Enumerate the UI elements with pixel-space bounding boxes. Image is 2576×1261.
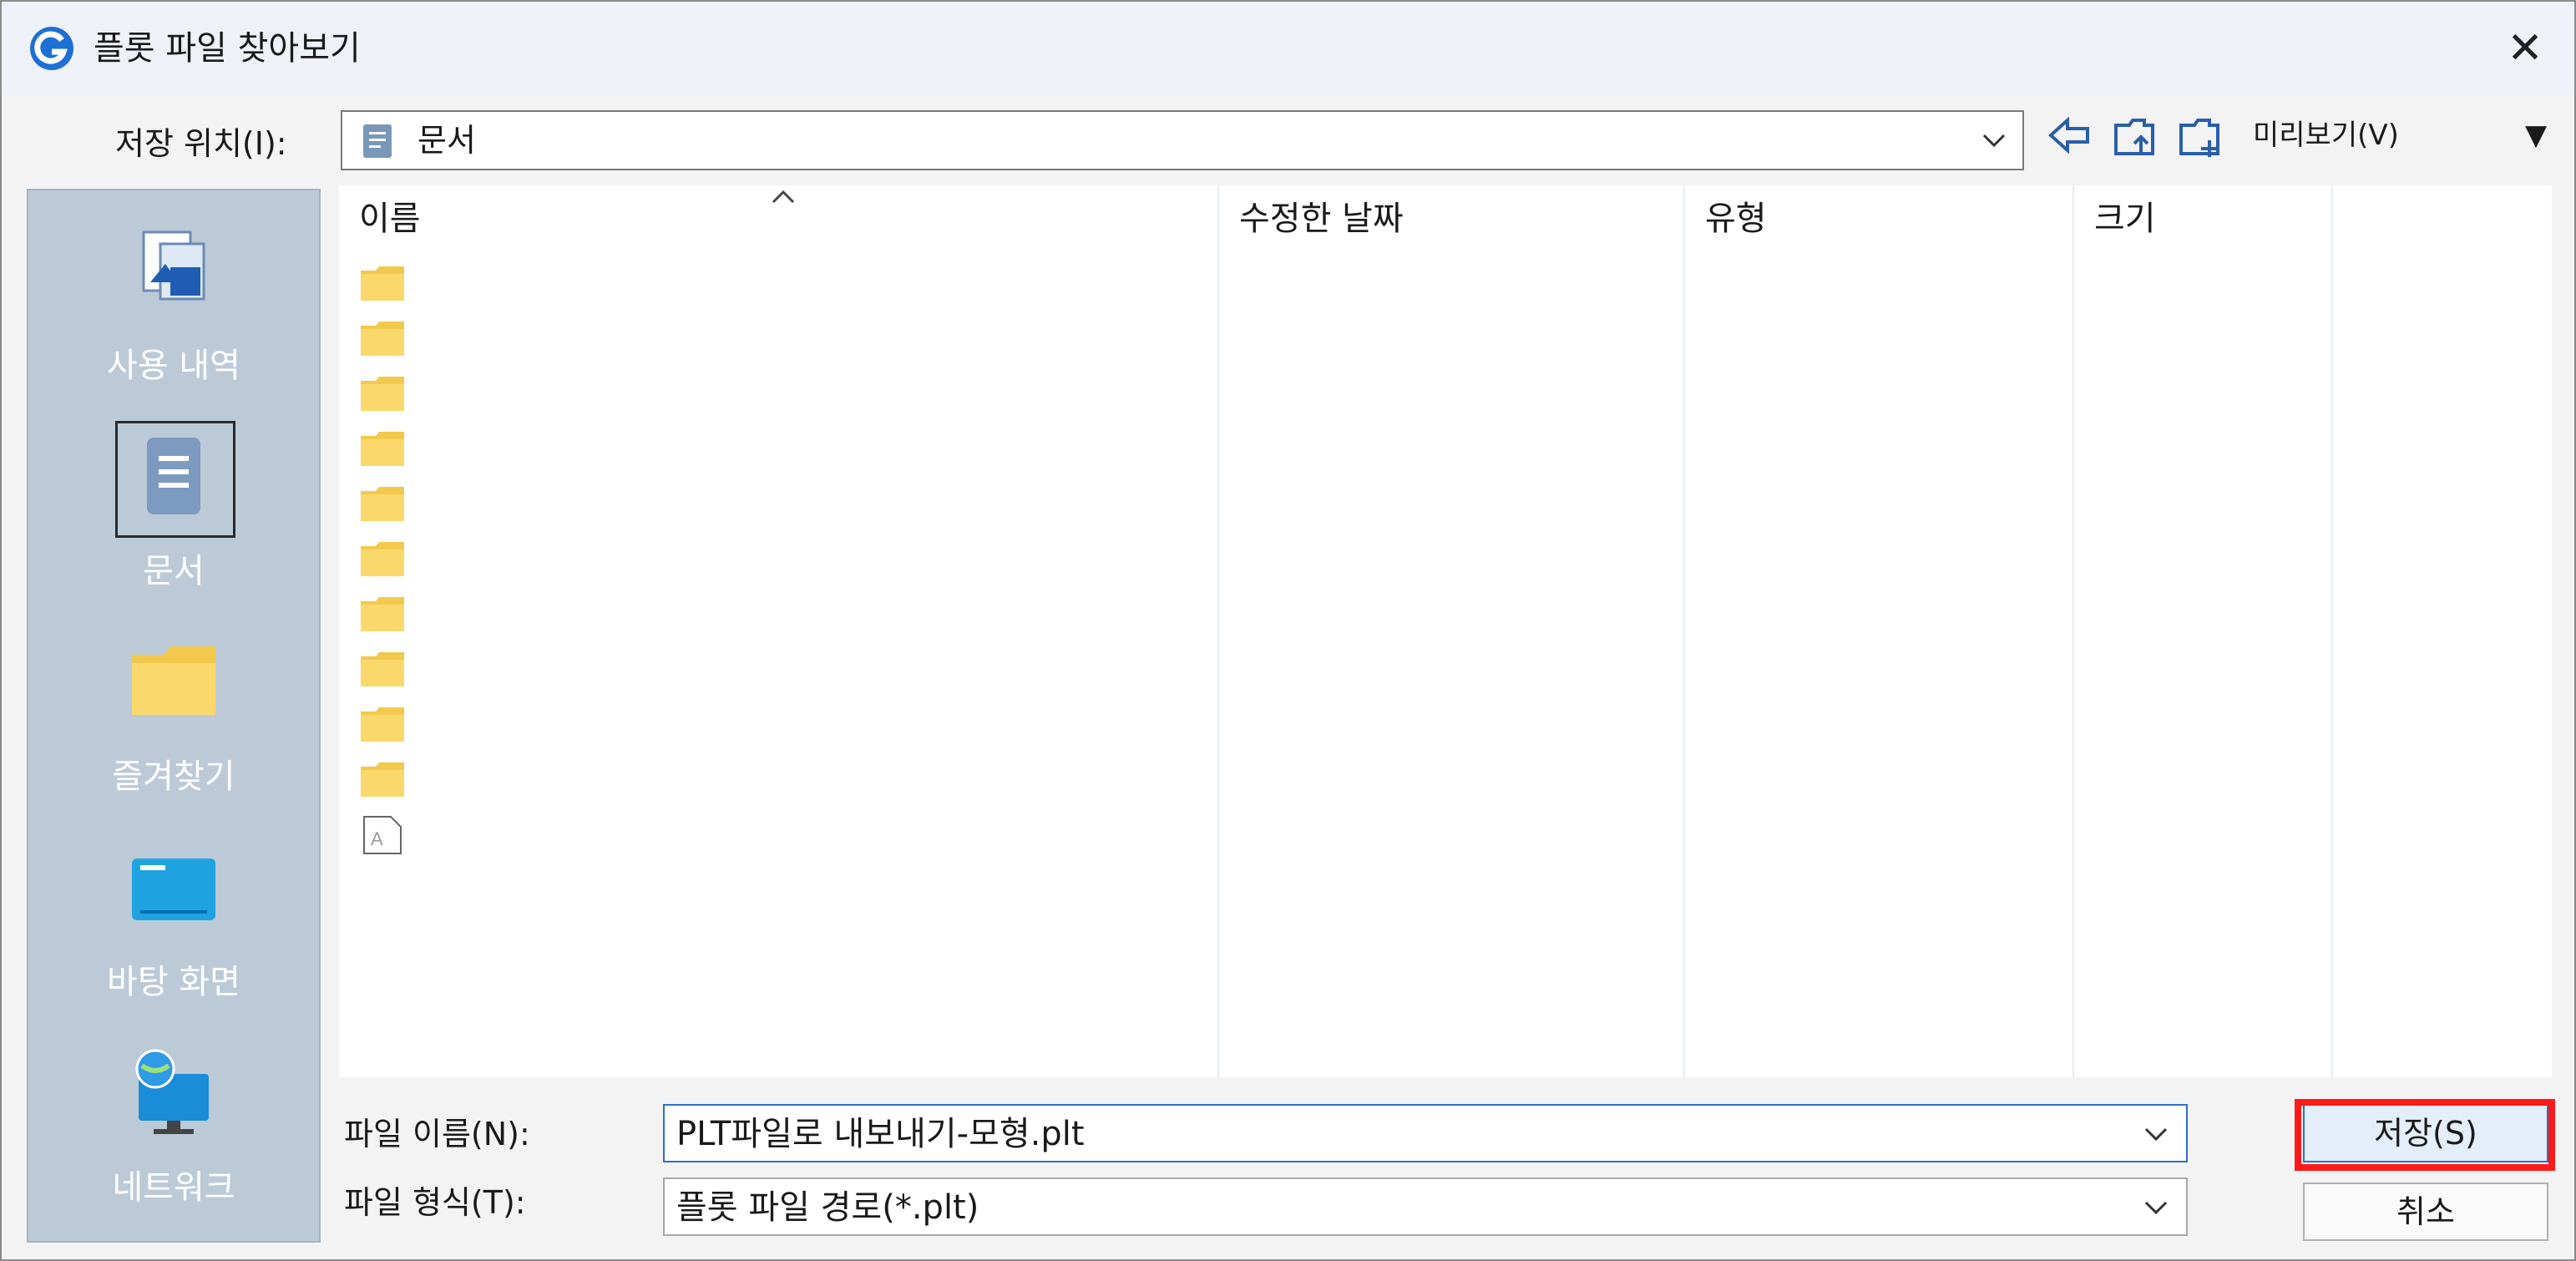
recent-icon — [142, 230, 205, 301]
documents-icon — [147, 438, 200, 514]
folder-row[interactable] — [359, 484, 409, 531]
folder-row[interactable] — [359, 429, 409, 476]
filename-label: 파일 이름(N): — [344, 1116, 530, 1152]
places-bar: 사용 내역 문서 즐겨찾기 바탕 화면 네트워크 — [27, 189, 321, 1243]
folder-row[interactable] — [359, 595, 409, 641]
column-header-type[interactable]: 유형 — [1685, 185, 2072, 252]
preview-dropdown-arrow[interactable]: ▼ — [2525, 117, 2547, 154]
title-bar[interactable]: 플롯 파일 찾아보기 ✕ — [2, 2, 2574, 95]
folder-icon — [361, 487, 404, 521]
place-recent[interactable]: 사용 내역 — [28, 215, 319, 416]
column-header-modified[interactable]: 수정한 날짜 — [1219, 185, 1683, 252]
filetype-value: 플롯 파일 경로(*.plt) — [676, 1188, 979, 1227]
desktop-icon — [132, 858, 215, 920]
drawing-file-icon: A — [363, 816, 402, 854]
plot-file-browse-dialog: 플롯 파일 찾아보기 ✕ 저장 위치(I): 문서 미리보기(V) ▼ 사용 내… — [0, 0, 2576, 1261]
folder-row[interactable] — [359, 319, 409, 366]
file-list-view[interactable]: 이름 수정한 날짜 유형 크기 A — [339, 185, 2552, 1077]
chevron-down-icon[interactable] — [2139, 1117, 2173, 1151]
favorites-folder-icon — [132, 646, 215, 715]
place-network[interactable]: 네트워크 — [28, 1037, 319, 1238]
new-folder-icon[interactable] — [2176, 110, 2226, 160]
folder-icon — [361, 542, 404, 576]
svg-text:A: A — [371, 828, 383, 849]
place-favorites[interactable]: 즐겨찾기 — [28, 626, 319, 827]
save-location-value: 문서 — [418, 122, 476, 159]
folder-icon — [361, 377, 404, 411]
folder-row[interactable] — [359, 374, 409, 421]
folder-row[interactable] — [359, 539, 409, 586]
place-label: 문서 — [143, 552, 205, 590]
folder-row[interactable] — [359, 705, 409, 752]
folder-icon — [361, 762, 404, 797]
place-label: 사용 내역 — [107, 347, 240, 385]
folder-icon — [361, 266, 404, 301]
network-icon — [135, 1049, 209, 1134]
up-folder-icon[interactable] — [2111, 110, 2161, 160]
back-arrow-icon[interactable] — [2044, 110, 2094, 160]
save-location-label: 저장 위치(I): — [115, 125, 287, 162]
folder-icon — [361, 707, 404, 742]
save-button-highlight — [2295, 1099, 2555, 1171]
folder-row[interactable] — [359, 650, 409, 696]
folder-row[interactable] — [359, 760, 409, 807]
folder-icon — [361, 597, 404, 631]
folder-row[interactable] — [359, 264, 409, 311]
app-logo-icon — [30, 27, 73, 70]
filename-input[interactable]: PLT파일로 내보내기-모형.plt — [663, 1104, 2188, 1162]
dialog-title: 플롯 파일 찾아보기 — [94, 29, 361, 68]
column-divider — [2072, 185, 2074, 1077]
place-label: 네트워크 — [112, 1168, 235, 1207]
documents-small-icon — [363, 124, 392, 158]
place-documents[interactable]: 문서 — [28, 421, 319, 621]
place-desktop[interactable]: 바탕 화면 — [28, 832, 319, 1032]
column-header-name[interactable]: 이름 — [339, 185, 1217, 252]
filename-value: PLT파일로 내보내기-모형.plt — [676, 1115, 1085, 1153]
column-divider — [1217, 185, 1219, 1077]
close-button[interactable]: ✕ — [2498, 22, 2552, 75]
folder-icon — [361, 652, 404, 686]
cancel-button[interactable]: 취소 — [2303, 1183, 2548, 1241]
column-divider — [1683, 185, 1685, 1077]
chevron-down-icon[interactable] — [2139, 1191, 2173, 1224]
place-label: 즐겨찾기 — [112, 757, 235, 796]
file-row[interactable]: A — [359, 815, 409, 862]
column-divider — [2331, 185, 2333, 1077]
filetype-label: 파일 형식(T): — [344, 1184, 526, 1221]
chevron-down-icon[interactable] — [1977, 124, 2011, 157]
filetype-select[interactable]: 플롯 파일 경로(*.plt) — [663, 1177, 2188, 1236]
place-label: 바탕 화면 — [107, 963, 240, 1001]
folder-icon — [361, 322, 404, 356]
column-header-size[interactable]: 크기 — [2074, 185, 2331, 252]
folder-icon — [361, 432, 404, 466]
preview-menu-button[interactable]: 미리보기(V) — [2253, 110, 2399, 160]
save-location-combobox[interactable]: 문서 — [341, 110, 2024, 170]
